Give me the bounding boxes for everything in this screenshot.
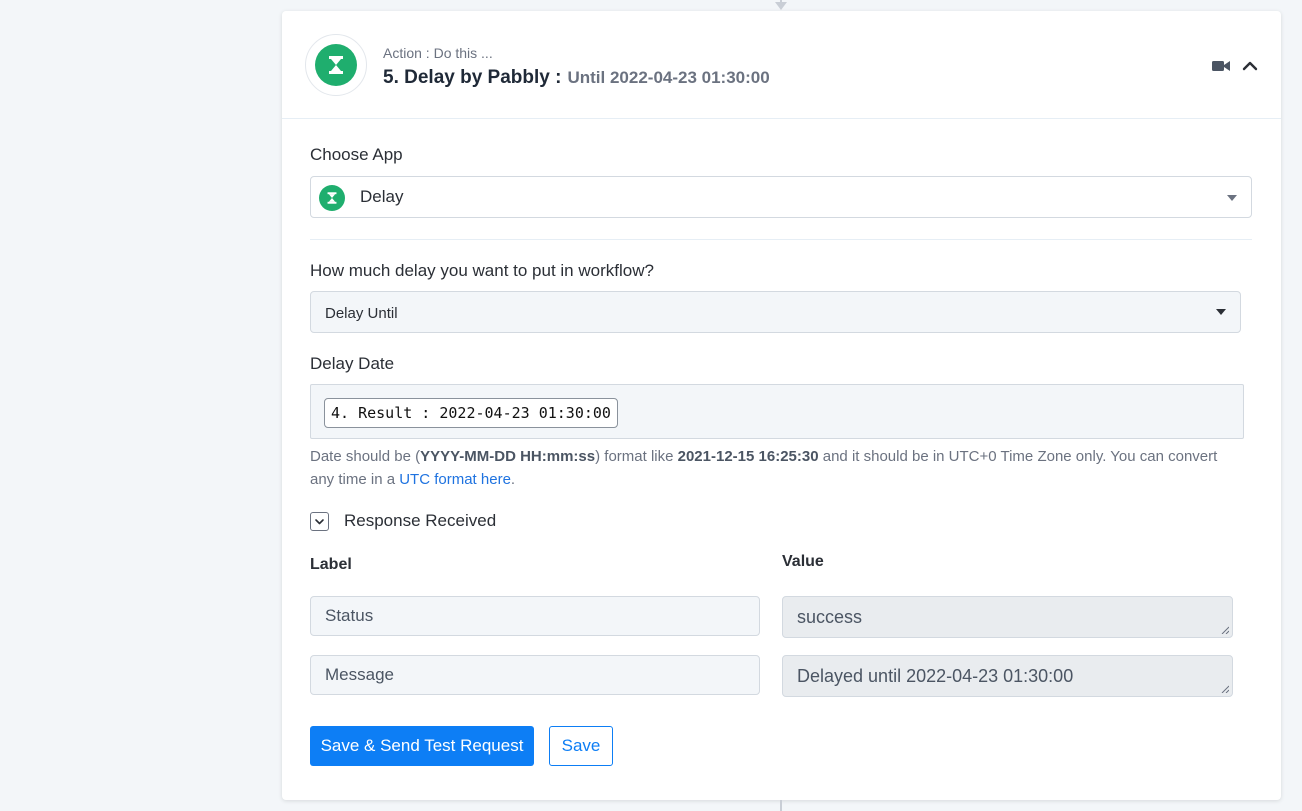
delay-type-value: Delay Until [325, 305, 398, 322]
choose-app-label: Choose App [310, 145, 403, 164]
save-send-test-button[interactable]: Save & Send Test Request [310, 726, 534, 766]
section-divider [310, 239, 1252, 240]
choose-app-value: Delay [360, 187, 404, 206]
save-button[interactable]: Save [549, 726, 613, 766]
chevron-down-icon [315, 519, 324, 525]
mapped-field-chip[interactable]: 4. Result : 2022-04-23 01:30:00 [324, 398, 618, 428]
response-toggle[interactable] [310, 512, 329, 531]
response-value-message[interactable]: Delayed until 2022-04-23 01:30:00 [782, 655, 1233, 697]
label-column-header: Label [310, 556, 352, 573]
delay-type-label: How much delay you want to put in workfl… [310, 261, 654, 280]
delay-date-input[interactable]: 4. Result : 2022-04-23 01:30:00 [310, 384, 1244, 439]
response-value-status[interactable]: success [782, 596, 1233, 638]
utc-format-link[interactable]: UTC format here [399, 471, 511, 488]
help-format: YYYY-MM-DD HH:mm:ss [420, 448, 596, 465]
delay-date-label: Delay Date [310, 354, 395, 373]
value-column-header: Value [782, 553, 824, 570]
resize-grip-icon[interactable] [1221, 685, 1229, 693]
response-value-text: success [797, 607, 863, 627]
step-header[interactable]: Action : Do this ... 5. Delay by Pabbly … [282, 11, 1281, 119]
connector-line-bottom [780, 800, 782, 811]
connector-arrow-icon [775, 2, 787, 10]
help-text-1: Date should be ( [310, 448, 421, 465]
response-received-label: Response Received [344, 511, 497, 530]
date-format-help: Date should be (YYYY-MM-DD HH:mm:ss) for… [310, 445, 1245, 491]
delay-type-select[interactable]: Delay Until [310, 291, 1241, 333]
video-camera-icon[interactable] [1212, 59, 1230, 73]
hourglass-icon [315, 44, 357, 86]
step-subtitle: Until 2022-04-23 01:30:00 [567, 68, 770, 87]
chevron-up-icon[interactable] [1241, 57, 1259, 75]
response-label-status[interactable]: Status [310, 596, 760, 636]
app-logo [305, 34, 367, 96]
response-label-message[interactable]: Message [310, 655, 760, 695]
action-step-card: Action : Do this ... 5. Delay by Pabbly … [282, 11, 1281, 800]
response-value-text: Delayed until 2022-04-23 01:30:00 [797, 666, 1074, 686]
hourglass-icon [319, 185, 345, 211]
resize-grip-icon[interactable] [1221, 626, 1229, 634]
caret-down-icon [1216, 309, 1226, 315]
step-title-text: 5. Delay by Pabbly : [383, 67, 562, 88]
caret-down-icon [1227, 195, 1237, 201]
step-title: 5. Delay by Pabbly : Until 2022-04-23 01:… [383, 67, 770, 89]
help-text-2: ) format like [595, 448, 678, 465]
help-example: 2021-12-15 16:25:30 [677, 448, 819, 465]
help-text-4: . [510, 471, 516, 488]
action-caption: Action : Do this ... [383, 45, 493, 61]
choose-app-select[interactable]: Delay [310, 176, 1252, 218]
